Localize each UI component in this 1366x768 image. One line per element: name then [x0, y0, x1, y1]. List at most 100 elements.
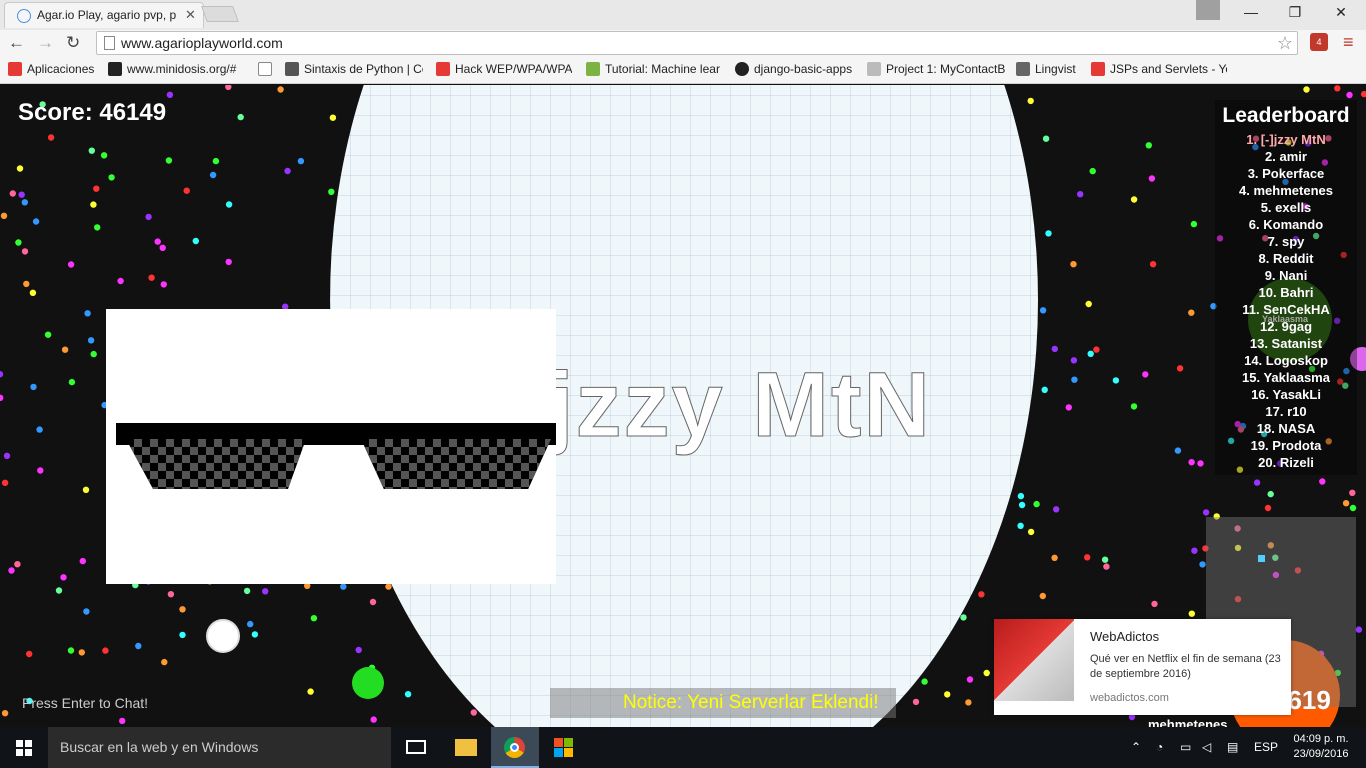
address-bar[interactable]: www.agarioplayworld.com ☆ — [96, 31, 1298, 55]
bookmark-item[interactable]: Project 1: MyContactB — [867, 62, 1007, 78]
chrome-menu-icon[interactable]: ≡ — [1343, 32, 1354, 53]
food-pellet — [1112, 377, 1120, 384]
enemy-cell-name: mehmetenes — [1148, 717, 1228, 727]
back-icon[interactable]: ← — [8, 33, 25, 53]
url-text[interactable]: www.agarioplayworld.com — [121, 35, 283, 51]
food-pellet — [145, 213, 152, 221]
bookmark-item[interactable]: www.minidosis.org/# — [108, 62, 244, 78]
apps-grid-icon — [8, 62, 22, 76]
bookmark-item[interactable]: Lingvist — [1016, 62, 1086, 78]
minimap-player-marker — [1258, 555, 1265, 562]
food-pellet — [355, 646, 362, 654]
food-pellet — [148, 274, 155, 281]
volume-icon[interactable]: ◁ — [1202, 740, 1211, 754]
food-pellet — [277, 86, 284, 93]
browser-tab-bar: Agar.io Play, agario pvp, p ✕ — ❐ ✕ — [0, 0, 1366, 30]
bookmark-star-icon[interactable]: ☆ — [1277, 33, 1293, 54]
food-pellet — [1190, 220, 1198, 228]
reload-icon[interactable]: ↻ — [66, 33, 80, 53]
taskbar-clock[interactable]: 04:09 p. m. 23/09/2016 — [1290, 732, 1352, 762]
bookmark-item[interactable]: django-basic-apps — [735, 62, 859, 78]
food-pellet — [237, 113, 244, 121]
food-pellet — [921, 678, 928, 685]
new-tab-button[interactable] — [201, 6, 239, 22]
ublock-extension-icon[interactable]: 4 — [1310, 33, 1328, 51]
food-pellet — [78, 649, 86, 656]
leaderboard-entry: 10. Bahri — [1258, 285, 1314, 300]
bookmark-item[interactable]: Hack WEP/WPA/WPA — [436, 62, 572, 78]
battery-icon[interactable]: ▭ — [1180, 740, 1191, 754]
food-pellet — [1, 710, 9, 717]
food-pellet — [23, 280, 30, 288]
bookmark-item[interactable]: Aplicaciones — [8, 62, 100, 78]
profile-button[interactable] — [1196, 0, 1220, 20]
food-pellet — [965, 699, 972, 706]
language-indicator[interactable]: ESP — [1254, 740, 1278, 754]
leaderboard-entry: 1. [-]jzzy MtN — [1246, 132, 1326, 147]
food-pellet — [297, 157, 305, 165]
food-pellet — [88, 147, 96, 154]
notification-site: WebAdictos — [1090, 629, 1160, 644]
tray-chevron-icon[interactable]: ⌃ — [1131, 740, 1141, 754]
close-window-button[interactable]: ✕ — [1326, 4, 1356, 21]
site-favicon-icon — [108, 62, 122, 76]
food-pellet — [21, 199, 28, 206]
food-pellet — [1087, 350, 1094, 357]
leaderboard: Leaderboard 1. [-]jzzy MtN 2. amir 3. Po… — [1215, 100, 1357, 475]
food-pellet — [29, 289, 37, 296]
taskbar-search-box[interactable]: Buscar en la web y en Windows — [48, 727, 391, 768]
action-center-icon[interactable]: ▤ — [1227, 740, 1238, 754]
food-pellet — [1188, 309, 1195, 316]
food-pellet — [1149, 261, 1157, 268]
minimize-button[interactable]: — — [1236, 4, 1266, 20]
food-pellet — [15, 239, 22, 246]
enemy-cell — [352, 667, 384, 699]
food-pellet — [1142, 371, 1149, 378]
forward-icon[interactable]: → — [37, 33, 54, 53]
player-name: jzzy MtN — [548, 354, 932, 457]
food-pellet — [944, 691, 951, 698]
food-pellet — [1051, 345, 1059, 353]
food-pellet — [21, 248, 29, 255]
notification-domain: webadictos.com — [1090, 692, 1169, 704]
food-pellet — [100, 152, 108, 159]
food-pellet — [329, 114, 337, 121]
windows-start-icon[interactable] — [16, 740, 32, 756]
food-pellet — [1349, 489, 1356, 496]
web-notification[interactable]: WebAdictos Qué ver en Netflix el fin de … — [994, 619, 1291, 715]
tab-close-icon[interactable]: ✕ — [185, 7, 196, 23]
network-icon[interactable]: ◔ — [1156, 740, 1163, 754]
food-pellet — [1253, 479, 1261, 486]
task-view-icon[interactable] — [392, 727, 440, 768]
food-pellet — [183, 187, 190, 194]
leaderboard-entry: 13. Satanist — [1249, 336, 1323, 351]
browser-tab[interactable]: Agar.io Play, agario pvp, p ✕ — [4, 2, 204, 28]
food-pellet — [1202, 509, 1210, 516]
food-pellet — [90, 201, 97, 208]
food-pellet — [1188, 610, 1196, 617]
bookmark-item[interactable] — [258, 62, 276, 78]
food-pellet — [37, 467, 44, 474]
food-pellet — [9, 190, 16, 197]
site-favicon-icon — [867, 62, 881, 76]
food-pellet — [165, 157, 173, 164]
bookmark-item[interactable]: Sintaxis de Python | Co — [285, 62, 423, 78]
bookmark-item[interactable]: Tutorial: Machine lear — [586, 62, 722, 78]
leaderboard-entry: 9. Nani — [1264, 268, 1308, 283]
food-pellet — [16, 165, 24, 172]
page-icon — [104, 36, 115, 50]
store-taskbar-icon[interactable] — [540, 727, 588, 768]
food-pellet — [160, 281, 167, 288]
chrome-taskbar-icon[interactable] — [491, 727, 539, 768]
food-pellet — [1039, 307, 1047, 314]
leaderboard-entry: 8. Reddit — [1258, 251, 1314, 266]
food-pellet — [68, 378, 76, 386]
food-pellet — [470, 709, 477, 716]
food-pellet — [179, 631, 186, 639]
site-favicon-icon — [586, 62, 600, 76]
food-pellet — [36, 426, 43, 433]
food-pellet — [1033, 500, 1040, 508]
restore-button[interactable]: ❐ — [1280, 4, 1310, 21]
bookmark-item[interactable]: JSPs and Servlets - You — [1091, 62, 1227, 78]
file-explorer-icon[interactable] — [442, 727, 490, 768]
